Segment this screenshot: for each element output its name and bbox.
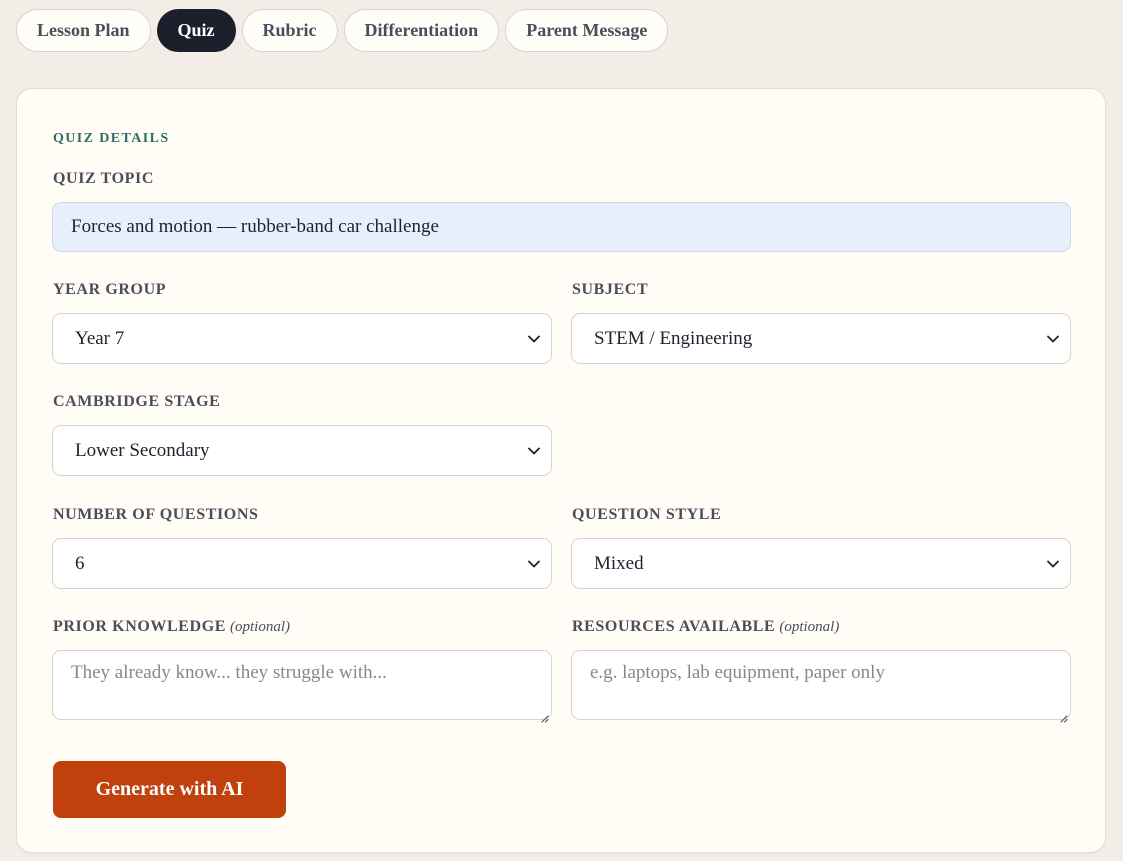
prior-knowledge-textarea[interactable]: They already know... they struggle with.… (52, 650, 552, 723)
prior-knowledge-label: PRIOR KNOWLEDGE (optional) (53, 618, 290, 636)
tab-parent-message[interactable]: Parent Message (505, 9, 669, 52)
cambridge-stage-value: Lower Secondary (75, 439, 210, 461)
num-questions-value: 6 (75, 552, 85, 574)
num-questions-select[interactable]: 6 (52, 538, 552, 589)
subject-label: SUBJECT (572, 281, 649, 298)
year-group-select[interactable]: Year 7 (52, 313, 552, 364)
num-questions-label: NUMBER OF QUESTIONS (53, 506, 259, 523)
quiz-topic-value: Forces and motion — rubber-band car chal… (71, 216, 439, 237)
tab-bar: Lesson Plan Quiz Rubric Differentiation … (16, 9, 669, 52)
tab-rubric[interactable]: Rubric (241, 9, 338, 52)
optional-hint: (optional) (230, 619, 291, 635)
generate-with-ai-button[interactable]: Generate with AI (53, 761, 286, 818)
resources-label-text: RESOURCES AVAILABLE (572, 618, 776, 635)
tab-differentiation[interactable]: Differentiation (343, 9, 500, 52)
subject-select[interactable]: STEM / Engineering (571, 313, 1071, 364)
quiz-topic-label: QUIZ TOPIC (53, 170, 154, 187)
resize-handle-icon[interactable] (539, 707, 549, 723)
resources-textarea[interactable]: e.g. laptops, lab equipment, paper only (571, 650, 1071, 723)
tab-quiz[interactable]: Quiz (156, 9, 236, 52)
year-group-value: Year 7 (75, 327, 125, 349)
cambridge-stage-select[interactable]: Lower Secondary (52, 425, 552, 476)
resources-placeholder: e.g. laptops, lab equipment, paper only (590, 662, 885, 683)
cambridge-stage-label: CAMBRIDGE STAGE (53, 393, 221, 410)
prior-knowledge-label-text: PRIOR KNOWLEDGE (53, 618, 227, 635)
chevron-down-icon (527, 332, 541, 346)
quiz-form-card: QUIZ DETAILS QUIZ TOPIC Forces and motio… (16, 88, 1106, 853)
chevron-down-icon (1046, 557, 1060, 571)
chevron-down-icon (527, 444, 541, 458)
year-group-label: YEAR GROUP (53, 281, 167, 298)
resize-handle-icon[interactable] (1058, 707, 1068, 723)
optional-hint: (optional) (779, 619, 840, 635)
question-style-select[interactable]: Mixed (571, 538, 1071, 589)
question-style-value: Mixed (594, 552, 644, 574)
quiz-topic-input[interactable]: Forces and motion — rubber-band car chal… (52, 202, 1071, 252)
chevron-down-icon (1046, 332, 1060, 346)
subject-value: STEM / Engineering (594, 327, 753, 349)
question-style-label: QUESTION STYLE (572, 506, 722, 523)
section-title: QUIZ DETAILS (53, 131, 170, 146)
chevron-down-icon (527, 557, 541, 571)
resources-label: RESOURCES AVAILABLE (optional) (572, 618, 839, 636)
tab-lesson-plan[interactable]: Lesson Plan (16, 9, 151, 52)
prior-knowledge-placeholder: They already know... they struggle with.… (71, 662, 387, 683)
